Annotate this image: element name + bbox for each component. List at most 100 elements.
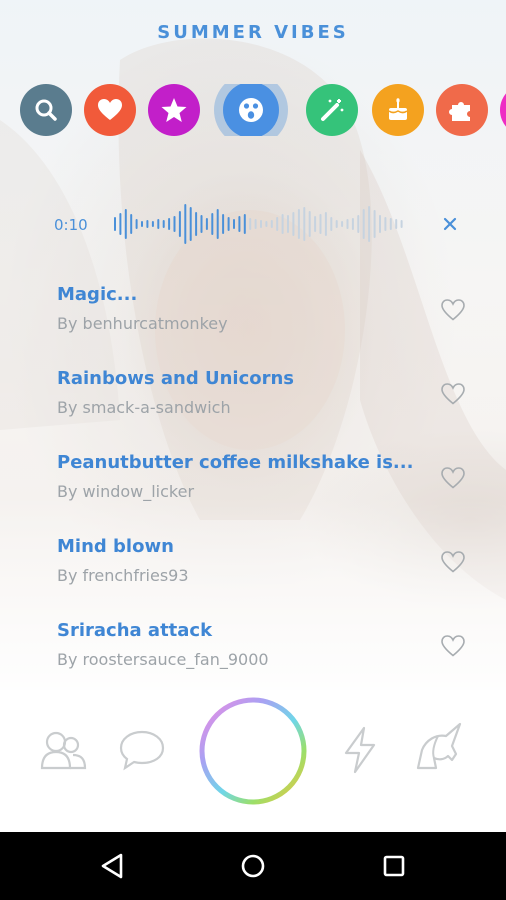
magic-wand-icon <box>321 99 344 121</box>
waveform-bar <box>308 211 311 237</box>
page-title: SUMMER VIBES <box>157 22 349 43</box>
waveform-bar <box>157 219 160 229</box>
sound-title: Peanutbutter coffee milkshake is... <box>57 452 414 473</box>
waveform-bar <box>222 214 225 234</box>
pink-filter-button[interactable] <box>500 84 506 136</box>
waveform-bar <box>346 219 349 229</box>
waveform-bar <box>265 221 268 227</box>
waveform-bar <box>314 216 317 232</box>
capture-button[interactable] <box>196 694 310 808</box>
home-icon <box>241 854 265 878</box>
waveform-bar <box>162 220 165 228</box>
waveform-bar <box>119 213 122 235</box>
waveform-bar <box>130 214 133 234</box>
waveform-bar <box>303 207 306 241</box>
waveform-bar <box>141 221 143 227</box>
sound-author: By smack-a-sandwich <box>57 398 231 417</box>
list-item[interactable]: Mind blown By frenchfries93 <box>0 532 506 602</box>
waveform-bar <box>292 212 295 236</box>
home-button[interactable] <box>237 850 269 882</box>
waveform-bar <box>173 216 176 232</box>
star-icon <box>161 98 187 122</box>
sound-author: By frenchfries93 <box>57 566 189 585</box>
waveform-bar <box>276 217 279 231</box>
waveform-bar <box>178 211 181 237</box>
sound-author: By benhurcatmonkey <box>57 314 228 333</box>
waveform-bar <box>216 209 219 239</box>
waveform-bar <box>238 216 241 232</box>
waveform-bar <box>184 204 187 244</box>
star-filter-button[interactable] <box>148 84 200 136</box>
heart-icon <box>98 99 122 120</box>
audio-player: 0:10 <box>0 200 506 248</box>
waveform-bar <box>362 209 365 239</box>
close-icon <box>443 217 457 231</box>
waveform[interactable] <box>112 200 408 248</box>
waveform-bar <box>211 213 214 235</box>
magic-filter-button[interactable] <box>306 84 358 136</box>
heart-filter-button[interactable] <box>84 84 136 136</box>
selected-filter-inner <box>223 84 279 136</box>
list-item[interactable]: Magic... By benhurcatmonkey <box>0 280 506 350</box>
surprised-filter-button[interactable] <box>214 84 288 136</box>
friends-icon[interactable] <box>40 728 88 772</box>
sound-title: Mind blown <box>57 536 174 557</box>
waveform-bar <box>205 218 208 230</box>
close-player-button[interactable] <box>436 210 464 238</box>
waveform-bar <box>146 220 149 228</box>
search-icon <box>35 99 57 121</box>
unicorn-icon[interactable] <box>416 722 464 774</box>
heart-outline-icon[interactable] <box>440 550 466 574</box>
waveform-bar <box>151 221 154 227</box>
waveform-bar <box>249 218 252 230</box>
list-item[interactable]: Peanutbutter coffee milkshake is... By w… <box>0 448 506 518</box>
sound-title: Magic... <box>57 284 138 305</box>
back-icon <box>101 853 123 879</box>
search-filter-button[interactable] <box>20 84 72 136</box>
back-button[interactable] <box>96 850 128 882</box>
waveform-bar <box>389 218 392 230</box>
waveform-bar <box>200 215 203 233</box>
waveform-bar <box>324 212 327 236</box>
waveform-bar <box>373 210 376 238</box>
waveform-bar <box>243 214 246 234</box>
heart-outline-icon[interactable] <box>440 466 466 490</box>
heart-outline-icon[interactable] <box>440 382 466 406</box>
heart-outline-icon[interactable] <box>440 634 466 658</box>
cake-filter-button[interactable] <box>372 84 424 136</box>
filter-carousel[interactable] <box>20 84 506 136</box>
waveform-bar <box>379 215 381 233</box>
system-navigation-bar <box>0 832 506 900</box>
waveform-bar <box>341 221 344 227</box>
waveform-bar <box>357 215 360 233</box>
waveform-bar <box>168 218 171 230</box>
waveform-bar <box>195 212 198 236</box>
waveform-bar <box>368 206 371 242</box>
puzzle-filter-button[interactable] <box>436 84 488 136</box>
surprised-face-icon <box>239 98 263 122</box>
waveform-bar <box>260 220 262 228</box>
waveform-bar <box>114 217 116 231</box>
waveform-bar <box>227 217 230 231</box>
waveform-bar <box>330 217 333 231</box>
waveform-bar <box>335 220 338 228</box>
sound-title: Rainbows and Unicorns <box>57 368 295 389</box>
playback-time: 0:10 <box>54 216 88 234</box>
chat-bubble-icon[interactable] <box>118 728 166 772</box>
waveform-bar <box>270 220 273 228</box>
recents-icon <box>383 855 405 877</box>
waveform-bar <box>189 207 192 241</box>
list-item[interactable]: Rainbows and Unicorns By smack-a-sandwic… <box>0 364 506 434</box>
lightning-icon[interactable] <box>342 726 378 774</box>
waveform-bar <box>124 209 127 239</box>
waveform-bar <box>281 214 284 234</box>
waveform-bar <box>135 219 138 229</box>
recents-button[interactable] <box>378 850 410 882</box>
puzzle-icon <box>449 102 470 121</box>
heart-outline-icon[interactable] <box>440 298 466 322</box>
sound-author: By window_licker <box>57 482 195 501</box>
waveform-bar <box>351 218 354 230</box>
camera-toolbar <box>0 690 506 832</box>
waveform-bar <box>395 219 398 229</box>
list-item[interactable]: Sriracha attack By roostersauce_fan_9000 <box>0 616 506 686</box>
